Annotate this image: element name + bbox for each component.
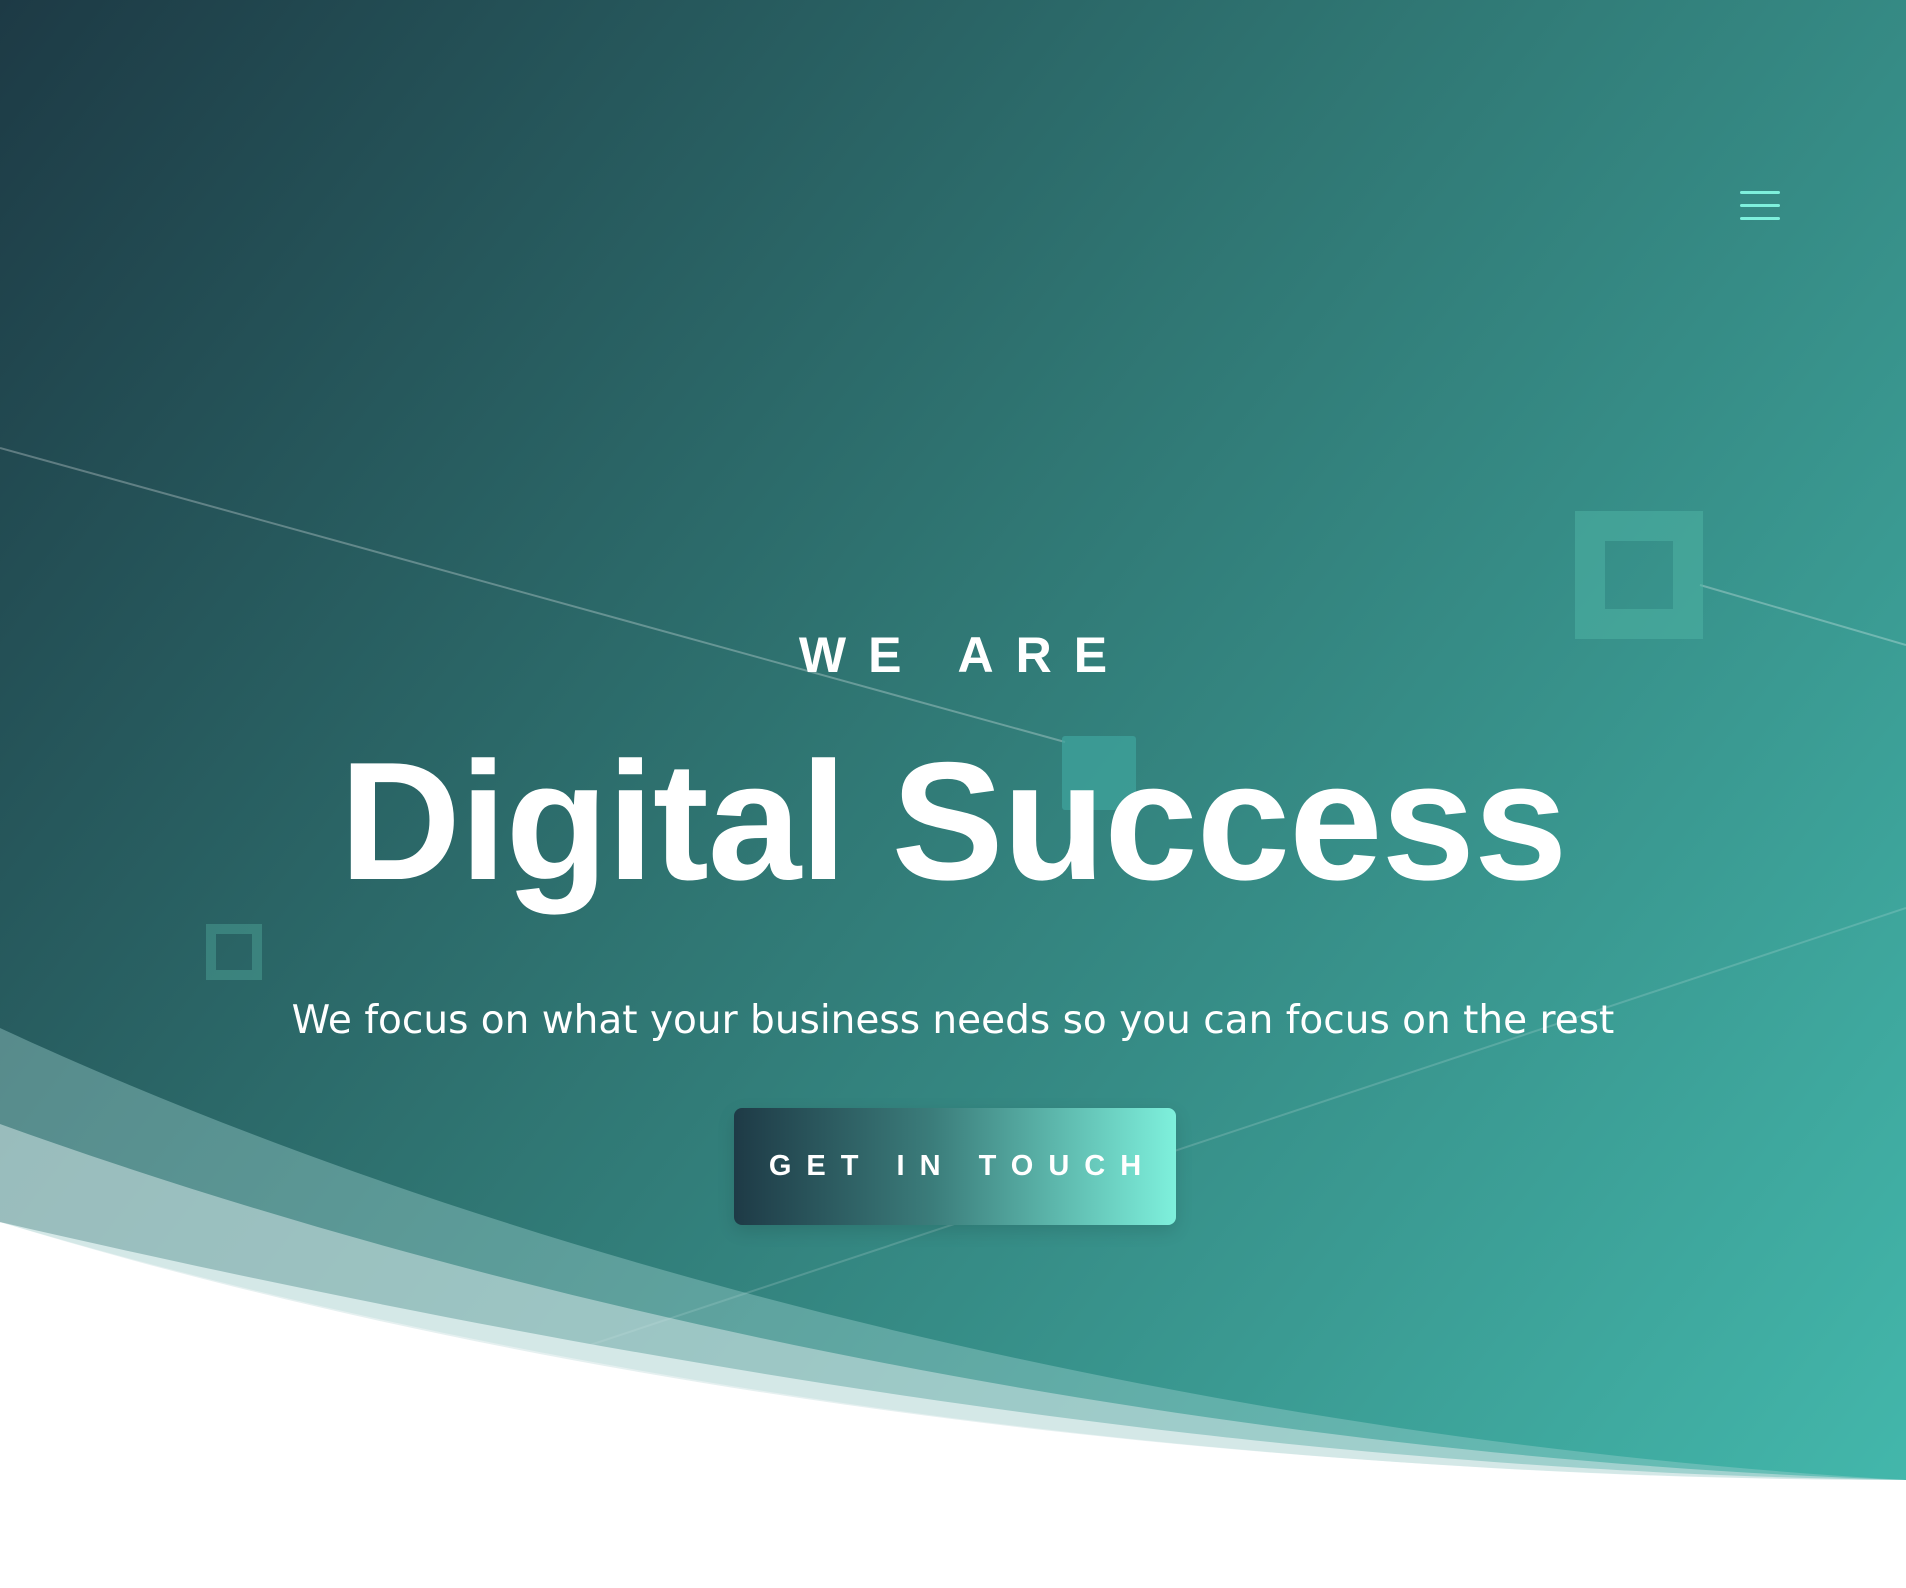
landing-page: WE ARE Digital Success We focus on what … bbox=[0, 0, 1906, 1588]
menu-bar-top bbox=[1740, 191, 1780, 194]
hero-title: Digital Success bbox=[339, 727, 1568, 915]
hero-eyebrow: WE ARE bbox=[798, 627, 1130, 683]
menu-bar-middle bbox=[1740, 204, 1780, 207]
hamburger-menu-icon[interactable] bbox=[1738, 188, 1782, 224]
hero-subtitle: We focus on what your business needs so … bbox=[291, 998, 1615, 1043]
menu-bar-bottom bbox=[1740, 217, 1780, 220]
get-in-touch-button[interactable]: GET IN TOUCH bbox=[734, 1108, 1176, 1225]
